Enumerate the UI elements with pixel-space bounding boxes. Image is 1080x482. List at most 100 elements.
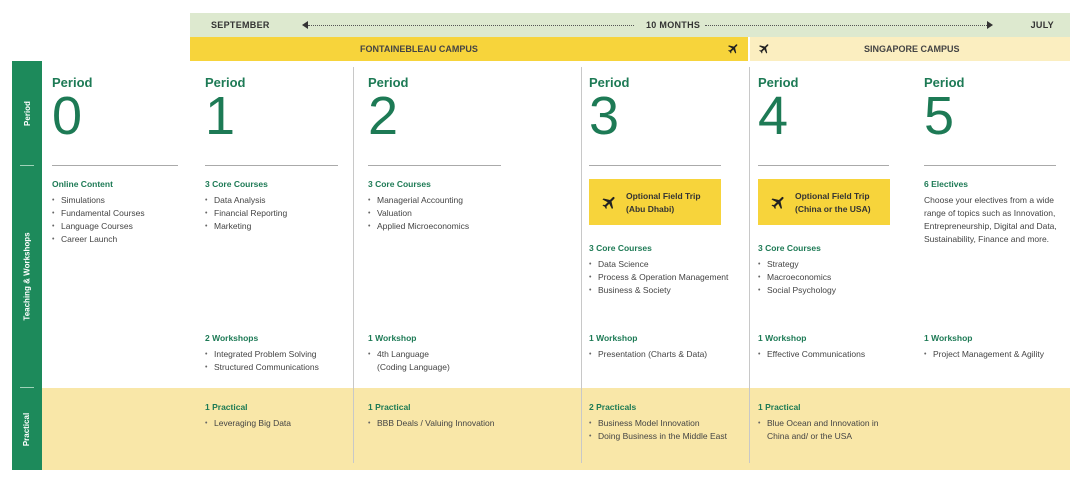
list-item: Leveraging Big Data: [205, 417, 291, 430]
list-item: Managerial Accounting: [368, 194, 469, 207]
content-heading: 6 Electives: [924, 179, 968, 189]
workshop-heading: 1 Workshop: [758, 333, 807, 343]
content-list: Managerial Accounting Valuation Applied …: [368, 194, 469, 233]
list-item: Effective Communications: [758, 348, 865, 361]
period-number: 2: [368, 86, 399, 146]
column-divider: [353, 67, 354, 463]
practical-list: Business Model Innovation Doing Business…: [589, 417, 727, 443]
practical-band: [42, 388, 1070, 470]
list-item: Macroeconomics: [758, 271, 836, 284]
period-number: 4: [758, 86, 789, 146]
airplane-icon: [602, 196, 615, 210]
timeline-duration: 10 MONTHS: [646, 20, 701, 30]
arrow-right-icon: [987, 21, 993, 29]
list-item: Business & Society: [589, 284, 728, 297]
list-item: Integrated Problem Solving: [205, 348, 319, 361]
workshop-heading: 1 Workshop: [924, 333, 973, 343]
list-item: Project Management & Agility: [924, 348, 1044, 361]
period-rule: [924, 165, 1056, 166]
row-sidebar: Period Teaching & Workshops Practical: [12, 61, 42, 470]
list-item: Process & Operation Management: [589, 271, 728, 284]
practical-list: Blue Ocean and Innovation in China and/ …: [758, 417, 879, 443]
list-item: Social Psychology: [758, 284, 836, 297]
workshop-heading: 2 Workshops: [205, 333, 259, 343]
field-trip-location: (China or the USA): [795, 204, 871, 214]
singapore-campus-label: SINGAPORE CAMPUS: [864, 44, 960, 54]
content-heading: 3 Core Courses: [368, 179, 431, 189]
list-item: (Coding Language): [377, 362, 450, 372]
list-item: Blue Ocean and Innovation in: [758, 417, 879, 430]
list-item: BBB Deals / Valuing Innovation: [368, 417, 495, 430]
singapore-campus-bar: SINGAPORE CAMPUS: [750, 37, 1070, 61]
period-rule: [205, 165, 338, 166]
period-rule: [52, 165, 178, 166]
period-rule: [368, 165, 501, 166]
timeline-end: JULY: [1030, 20, 1054, 30]
list-item: Applied Microeconomics: [368, 220, 469, 233]
list-item: Presentation (Charts & Data): [589, 348, 707, 361]
airplane-icon: [759, 44, 769, 54]
list-item: Business Model Innovation: [589, 417, 727, 430]
workshop-list: Project Management & Agility: [924, 348, 1044, 361]
field-trip-box: Optional Field Trip (Abu Dhabi): [589, 179, 721, 225]
list-item: Structured Communications: [205, 361, 319, 374]
timeline-dots-left: [308, 25, 634, 26]
list-item: Strategy: [758, 258, 836, 271]
timeline-dots-right: [705, 25, 987, 26]
workshop-heading: 1 Workshop: [589, 333, 638, 343]
list-item: 4th Language: [368, 348, 450, 361]
workshop-list: Presentation (Charts & Data): [589, 348, 707, 361]
airplane-icon: [771, 196, 784, 210]
period-rule: [758, 165, 889, 166]
airplane-icon: [728, 44, 738, 54]
list-item: Fundamental Courses: [52, 207, 145, 220]
period-number: 1: [205, 86, 236, 146]
practical-heading: 1 Practical: [205, 402, 248, 412]
column-divider: [581, 67, 582, 463]
list-item: China and/ or the USA: [767, 431, 853, 441]
sidebar-label-practical: Practical: [22, 412, 32, 446]
list-item: Marketing: [205, 220, 287, 233]
content-list: Data Analysis Financial Reporting Market…: [205, 194, 287, 233]
practical-heading: 1 Practical: [758, 402, 801, 412]
field-trip-title: Optional Field Trip: [795, 191, 870, 201]
field-trip-box: Optional Field Trip (China or the USA): [758, 179, 890, 225]
fontainebleau-campus-label: FONTAINEBLEAU CAMPUS: [360, 44, 478, 54]
field-trip-title: Optional Field Trip: [626, 191, 701, 201]
list-item: Financial Reporting: [205, 207, 287, 220]
period-number: 3: [589, 86, 620, 146]
sidebar-label-period: Period: [22, 100, 32, 126]
list-item: Valuation: [368, 207, 469, 220]
list-item: Doing Business in the Middle East: [589, 430, 727, 443]
workshop-list: Integrated Problem Solving Structured Co…: [205, 348, 319, 374]
list-item: Career Launch: [52, 233, 145, 246]
practical-heading: 1 Practical: [368, 402, 411, 412]
sidebar-label-teaching: Teaching & Workshops: [22, 231, 32, 321]
timeline-start: SEPTEMBER: [211, 20, 270, 30]
list-item: Simulations: [52, 194, 145, 207]
practical-list: Leveraging Big Data: [205, 417, 291, 430]
content-heading: 3 Core Courses: [589, 243, 652, 253]
column-divider: [749, 67, 750, 463]
list-item: Data Analysis: [205, 194, 287, 207]
timeline-bar: SEPTEMBER 10 MONTHS JULY: [190, 13, 1070, 37]
content-heading: 3 Core Courses: [758, 243, 821, 253]
field-trip-location: (Abu Dhabi): [626, 204, 675, 214]
practical-list: BBB Deals / Valuing Innovation: [368, 417, 495, 430]
content-heading: Online Content: [52, 179, 113, 189]
content-list: Strategy Macroeconomics Social Psycholog…: [758, 258, 836, 297]
period-rule: [589, 165, 721, 166]
content-list: Simulations Fundamental Courses Language…: [52, 194, 145, 246]
practical-heading: 2 Practicals: [589, 402, 637, 412]
workshop-list: 4th Language (Coding Language): [368, 348, 450, 374]
workshop-list: Effective Communications: [758, 348, 865, 361]
list-item: Data Science: [589, 258, 728, 271]
list-item: Language Courses: [52, 220, 145, 233]
content-list: Data Science Process & Operation Managem…: [589, 258, 728, 297]
workshop-heading: 1 Workshop: [368, 333, 417, 343]
electives-description: Choose your electives from a wide range …: [924, 195, 1057, 244]
period-number: 5: [924, 86, 955, 146]
period-number: 0: [52, 86, 83, 146]
content-heading: 3 Core Courses: [205, 179, 268, 189]
fontainebleau-campus-bar: FONTAINEBLEAU CAMPUS: [190, 37, 748, 61]
